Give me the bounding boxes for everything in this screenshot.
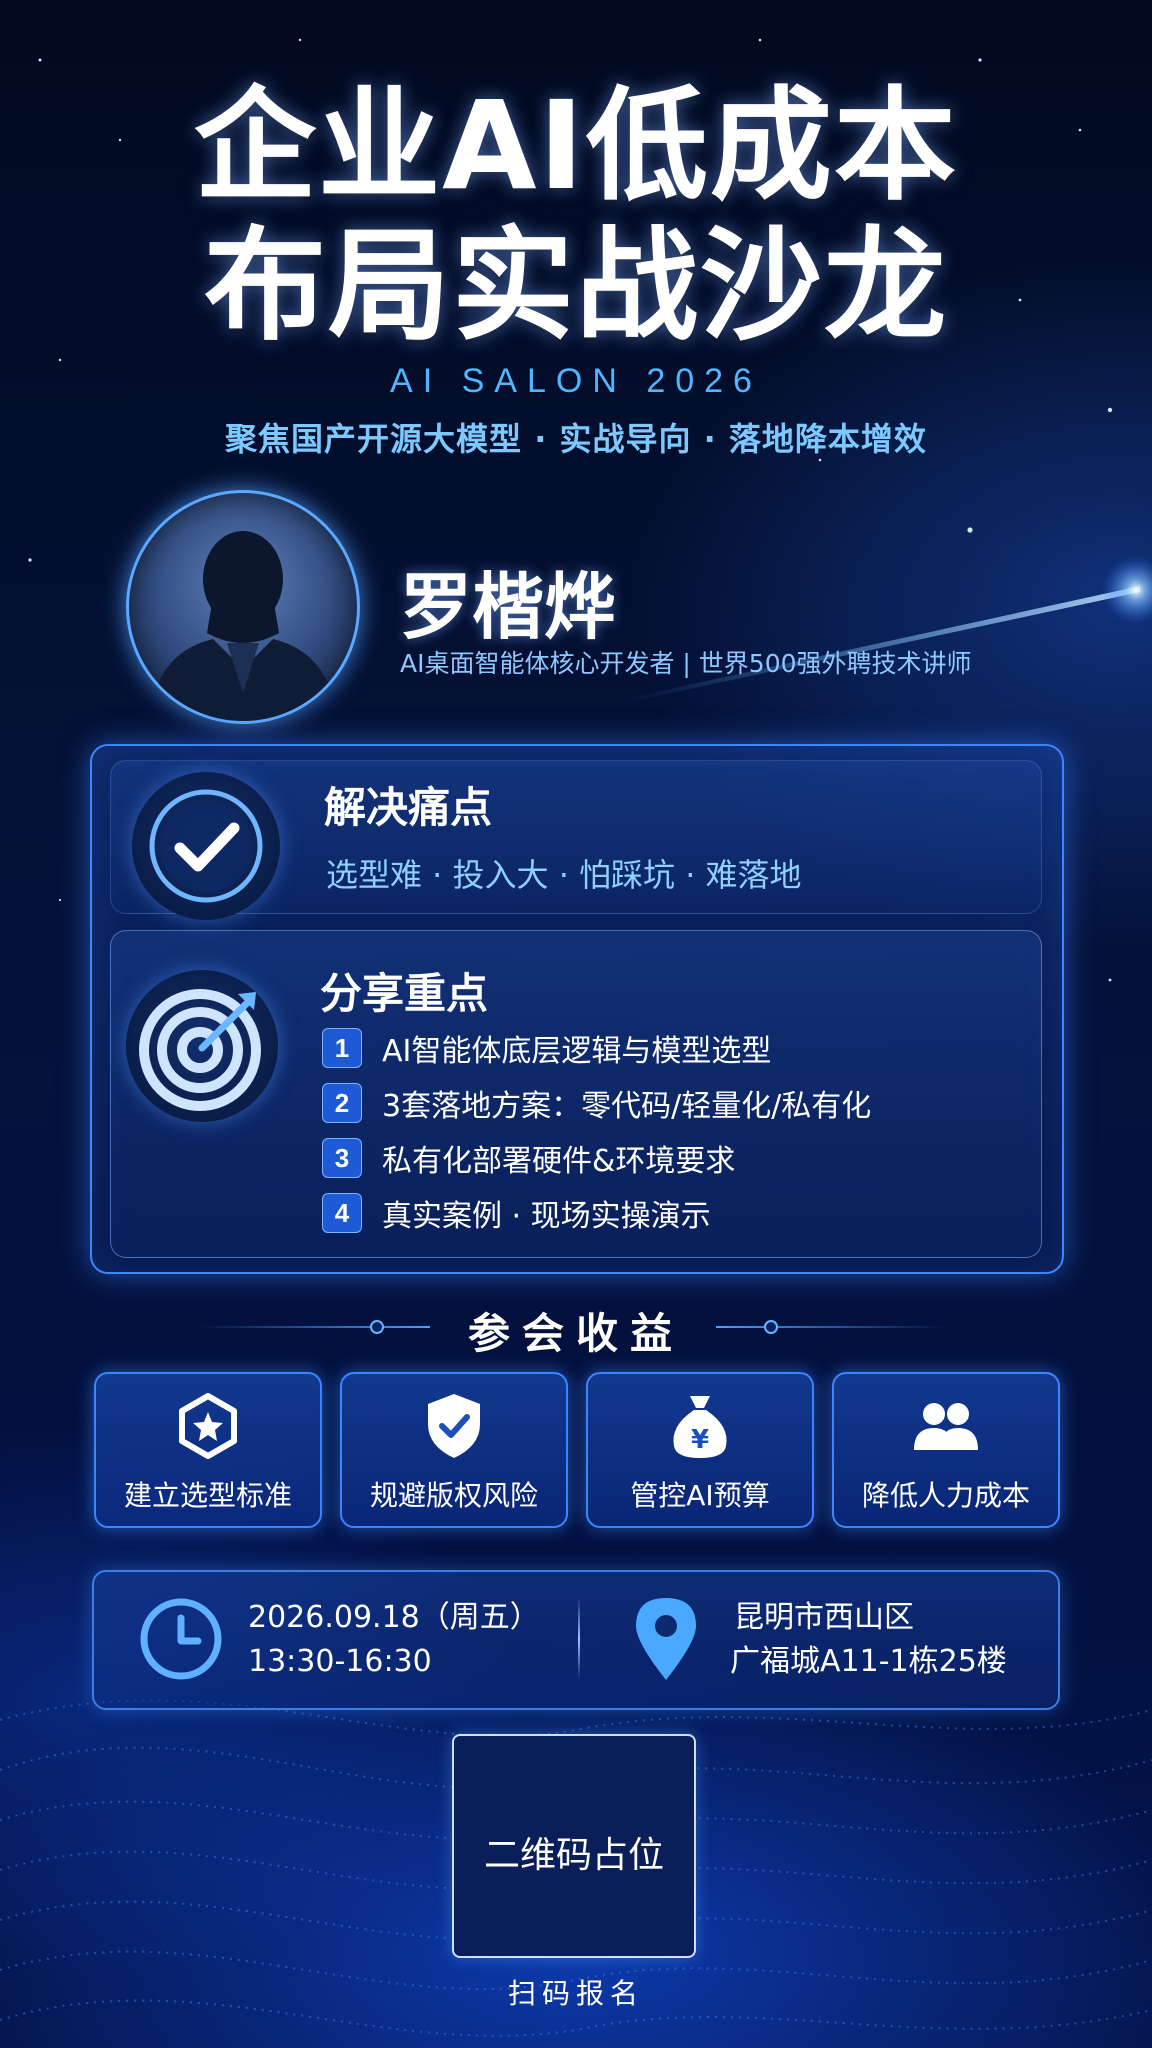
- share-item-text: 3套落地方案：零代码/轻量化/私有化: [382, 1089, 872, 1124]
- share-item: 4 真实案例 · 现场实操演示: [322, 1193, 711, 1234]
- benefits-heading: 参会收益: [467, 1309, 684, 1358]
- speaker-avatar: [126, 490, 360, 724]
- target-icon: [139, 989, 261, 1111]
- share-item: 3 私有化部署硬件&环境要求: [322, 1138, 736, 1179]
- event-date: 2026.09.18（周五）: [248, 1600, 540, 1635]
- pain-points-text: 选型难 · 投入大 · 怕踩坑 · 难落地: [326, 856, 802, 894]
- qr-placeholder-label: 二维码占位: [483, 1835, 664, 1876]
- benefit-card: 降低人力成本: [832, 1372, 1060, 1528]
- share-item: 1 AI智能体底层逻辑与模型选型: [322, 1028, 772, 1069]
- share-item-text: 私有化部署硬件&环境要求: [382, 1144, 736, 1179]
- benefit-card: 建立选型标准: [94, 1372, 322, 1528]
- checkmark-icon-badge: [132, 772, 280, 920]
- scan-signup-label: 扫码报名: [507, 1977, 644, 2010]
- share-item-text: 真实案例 · 现场实操演示: [382, 1199, 711, 1234]
- location-pin-icon: [636, 1598, 696, 1680]
- benefit-card: 规避版权风险: [340, 1372, 568, 1528]
- info-divider: [578, 1598, 580, 1680]
- benefit-label: 规避版权风险: [369, 1479, 538, 1512]
- checkmark-icon: [149, 789, 263, 903]
- speaker-title: AI桌面智能体核心开发者 | 世界500强外聘技术讲师: [400, 649, 972, 678]
- event-location-line2: 广福城A11-1栋25楼: [730, 1644, 1007, 1679]
- share-item-number: 3: [322, 1138, 362, 1178]
- event-title-line2: 布局实战沙龙: [204, 215, 948, 357]
- shield-check-icon: [428, 1394, 480, 1458]
- share-item-number: 4: [322, 1193, 362, 1233]
- share-points-heading: 分享重点: [320, 969, 489, 1018]
- benefit-card: ¥ 管控AI预算: [586, 1372, 814, 1528]
- svg-text:¥: ¥: [691, 1425, 709, 1455]
- people-icon: [914, 1403, 978, 1450]
- clock-icon: [140, 1598, 222, 1680]
- event-location-line1: 昆明市西山区: [734, 1600, 914, 1635]
- money-bag-icon: ¥: [673, 1396, 727, 1458]
- person-silhouette-icon: [149, 531, 337, 721]
- benefit-label: 建立选型标准: [123, 1479, 292, 1512]
- share-item-number: 2: [322, 1083, 362, 1123]
- qr-code-placeholder[interactable]: 二维码占位: [452, 1734, 696, 1958]
- event-subtitle-en: AI SALON 2026: [390, 362, 762, 400]
- event-title-line1: 企业AI低成本: [194, 75, 958, 217]
- event-time: 13:30-16:30: [248, 1644, 432, 1679]
- target-icon-badge: [126, 970, 278, 1122]
- star-hexagon-icon: [179, 1393, 237, 1459]
- share-item: 2 3套落地方案：零代码/轻量化/私有化: [322, 1083, 872, 1124]
- share-item-number: 1: [322, 1028, 362, 1068]
- benefit-label: 管控AI预算: [630, 1479, 770, 1512]
- event-info-panel: [92, 1570, 1060, 1710]
- share-item-text: AI智能体底层逻辑与模型选型: [382, 1034, 772, 1069]
- speaker-name: 罗楷烨: [400, 565, 617, 649]
- event-tagline: 聚焦国产开源大模型 · 实战导向 · 落地降本增效: [225, 420, 927, 458]
- benefit-label: 降低人力成本: [861, 1479, 1030, 1512]
- pain-points-heading: 解决痛点: [324, 783, 493, 832]
